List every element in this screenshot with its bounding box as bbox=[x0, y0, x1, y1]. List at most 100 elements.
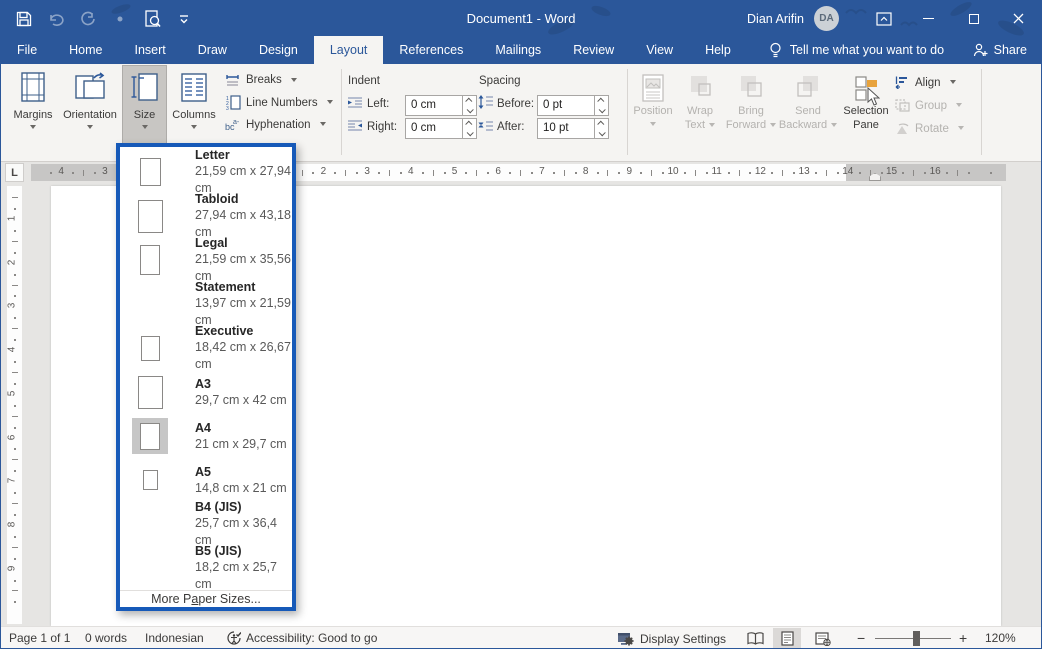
ribbon-display-options-icon[interactable] bbox=[861, 1, 906, 36]
position-button: Position bbox=[631, 66, 675, 158]
paper-size-icon bbox=[132, 245, 168, 275]
paper-size-name: Statement bbox=[195, 279, 292, 295]
close-button[interactable] bbox=[996, 1, 1041, 36]
tab-insert[interactable]: Insert bbox=[119, 36, 182, 64]
rotate-button: Rotate bbox=[895, 122, 964, 135]
orientation-button[interactable]: Orientation bbox=[61, 66, 119, 158]
spacing-before-field-label: Before: bbox=[497, 98, 534, 110]
web-layout-button[interactable] bbox=[809, 628, 837, 649]
zoom-out-button[interactable]: − bbox=[857, 630, 865, 646]
hyphenation-icon: bca- bbox=[225, 117, 241, 132]
tab-design[interactable]: Design bbox=[243, 36, 314, 64]
customize-qat-icon[interactable] bbox=[175, 10, 193, 28]
tab-references[interactable]: References bbox=[383, 36, 479, 64]
size-option-statement[interactable]: Statement13,97 cm x 21,59 cm bbox=[120, 282, 292, 326]
breaks-button[interactable]: Breaks bbox=[225, 73, 297, 87]
ruler-number: 8 bbox=[7, 522, 17, 528]
margins-icon bbox=[18, 72, 48, 104]
print-layout-button[interactable] bbox=[773, 628, 801, 649]
columns-icon bbox=[179, 72, 209, 104]
margins-button[interactable]: Margins bbox=[9, 66, 57, 158]
size-option-tabloid[interactable]: Tabloid27,94 cm x 43,18 cm bbox=[120, 194, 292, 238]
size-option-a3[interactable]: A329,7 cm x 42 cm bbox=[120, 370, 292, 414]
selection-pane-button[interactable]: SelectionPane bbox=[839, 66, 893, 158]
paper-size-name: Legal bbox=[195, 235, 292, 251]
accessibility-icon bbox=[227, 631, 241, 645]
accessibility-status[interactable]: Accessibility: Good to go bbox=[227, 631, 377, 645]
language-indicator[interactable]: Indonesian bbox=[145, 631, 204, 645]
print-preview-icon[interactable] bbox=[143, 10, 161, 28]
ruler-number: 14 bbox=[842, 166, 853, 177]
minimize-button[interactable] bbox=[906, 1, 951, 36]
ruler-number: 9 bbox=[627, 166, 633, 177]
read-mode-button[interactable] bbox=[741, 628, 769, 649]
ruler-number: 2 bbox=[7, 259, 17, 265]
svg-text:3: 3 bbox=[226, 106, 229, 110]
spacing-after-field[interactable]: 10 pt bbox=[537, 118, 609, 139]
zoom-in-button[interactable]: + bbox=[959, 630, 967, 646]
spacing-before-field[interactable]: 0 pt bbox=[537, 95, 609, 116]
tab-review[interactable]: Review bbox=[557, 36, 630, 64]
qat-dot-icon bbox=[111, 10, 129, 28]
tab-file[interactable]: File bbox=[1, 36, 53, 64]
indent-right-field[interactable]: 0 cm bbox=[405, 118, 477, 139]
paper-size-name: A4 bbox=[195, 420, 287, 436]
align-button[interactable]: Align bbox=[895, 76, 956, 89]
word-count[interactable]: 0 words bbox=[85, 631, 127, 645]
spacing-after-field-label: After: bbox=[497, 121, 524, 133]
indent-right-spinner[interactable] bbox=[462, 119, 476, 138]
size-option-executive[interactable]: Executive18,42 cm x 26,67 cm bbox=[120, 326, 292, 370]
share-button[interactable]: Share bbox=[973, 36, 1027, 64]
tab-view[interactable]: View bbox=[630, 36, 689, 64]
spacing-before-spinner[interactable] bbox=[594, 96, 608, 115]
undo-icon bbox=[47, 10, 65, 28]
paper-size-icon bbox=[132, 376, 168, 409]
paper-size-name: Tabloid bbox=[195, 191, 292, 207]
tab-stop-selector[interactable]: L bbox=[5, 163, 24, 182]
line-numbers-icon: 123 bbox=[225, 95, 241, 110]
tell-me-box[interactable]: Tell me what you want to do bbox=[769, 36, 944, 64]
vertical-ruler[interactable]: 123456789 bbox=[7, 186, 22, 624]
page-indicator[interactable]: Page 1 of 1 bbox=[9, 631, 70, 645]
tab-layout[interactable]: Layout bbox=[314, 36, 384, 64]
size-option-a4[interactable]: A421 cm x 29,7 cm bbox=[120, 414, 292, 458]
hyphenation-button[interactable]: bca- Hyphenation bbox=[225, 117, 326, 132]
ruler-number: 2 bbox=[321, 166, 327, 177]
spacing-after-icon bbox=[478, 118, 494, 132]
user-avatar[interactable]: DA bbox=[814, 6, 839, 31]
display-settings-button[interactable]: Display Settings bbox=[617, 631, 726, 646]
ruler-number: 7 bbox=[7, 478, 17, 484]
right-indent-marker[interactable] bbox=[869, 173, 881, 181]
save-icon[interactable] bbox=[15, 10, 33, 28]
share-label: Share bbox=[994, 43, 1027, 57]
tab-mailings[interactable]: Mailings bbox=[479, 36, 557, 64]
ruler-number: 6 bbox=[7, 434, 17, 440]
size-option-letter[interactable]: Letter21,59 cm x 27,94 cm bbox=[120, 150, 292, 194]
paper-size-name: B5 (JIS) bbox=[195, 543, 292, 559]
read-mode-icon bbox=[747, 632, 764, 645]
zoom-slider[interactable] bbox=[875, 638, 951, 639]
size-dropdown-menu: Letter21,59 cm x 27,94 cmTabloid27,94 cm… bbox=[116, 143, 296, 611]
indent-left-spinner[interactable] bbox=[462, 96, 476, 115]
svg-text:a-: a- bbox=[233, 119, 240, 126]
paper-size-icon bbox=[132, 418, 168, 454]
size-option-b4-jis[interactable]: B4 (JIS)25,7 cm x 36,4 cm bbox=[120, 502, 292, 546]
ruler-number: 11 bbox=[711, 166, 721, 177]
size-option-legal[interactable]: Legal21,59 cm x 35,56 cm bbox=[120, 238, 292, 282]
tab-help[interactable]: Help bbox=[689, 36, 747, 64]
bring-forward-button: BringForward bbox=[725, 66, 777, 158]
spacing-after-spinner[interactable] bbox=[594, 119, 608, 138]
line-numbers-button[interactable]: 123 Line Numbers bbox=[225, 95, 333, 110]
more-paper-sizes-item[interactable]: More Paper Sizes... bbox=[120, 590, 292, 607]
tab-home[interactable]: Home bbox=[53, 36, 118, 64]
size-option-b5-jis[interactable]: B5 (JIS)18,2 cm x 25,7 cm bbox=[120, 546, 292, 590]
tab-draw[interactable]: Draw bbox=[182, 36, 243, 64]
position-icon bbox=[640, 74, 666, 104]
spacing-before-icon bbox=[478, 95, 494, 109]
zoom-level[interactable]: 120% bbox=[985, 631, 1016, 645]
zoom-slider-thumb[interactable] bbox=[913, 631, 920, 646]
user-name[interactable]: Dian Arifin bbox=[747, 12, 804, 26]
size-option-a5[interactable]: A514,8 cm x 21 cm bbox=[120, 458, 292, 502]
indent-left-field[interactable]: 0 cm bbox=[405, 95, 477, 116]
maximize-button[interactable] bbox=[951, 1, 996, 36]
